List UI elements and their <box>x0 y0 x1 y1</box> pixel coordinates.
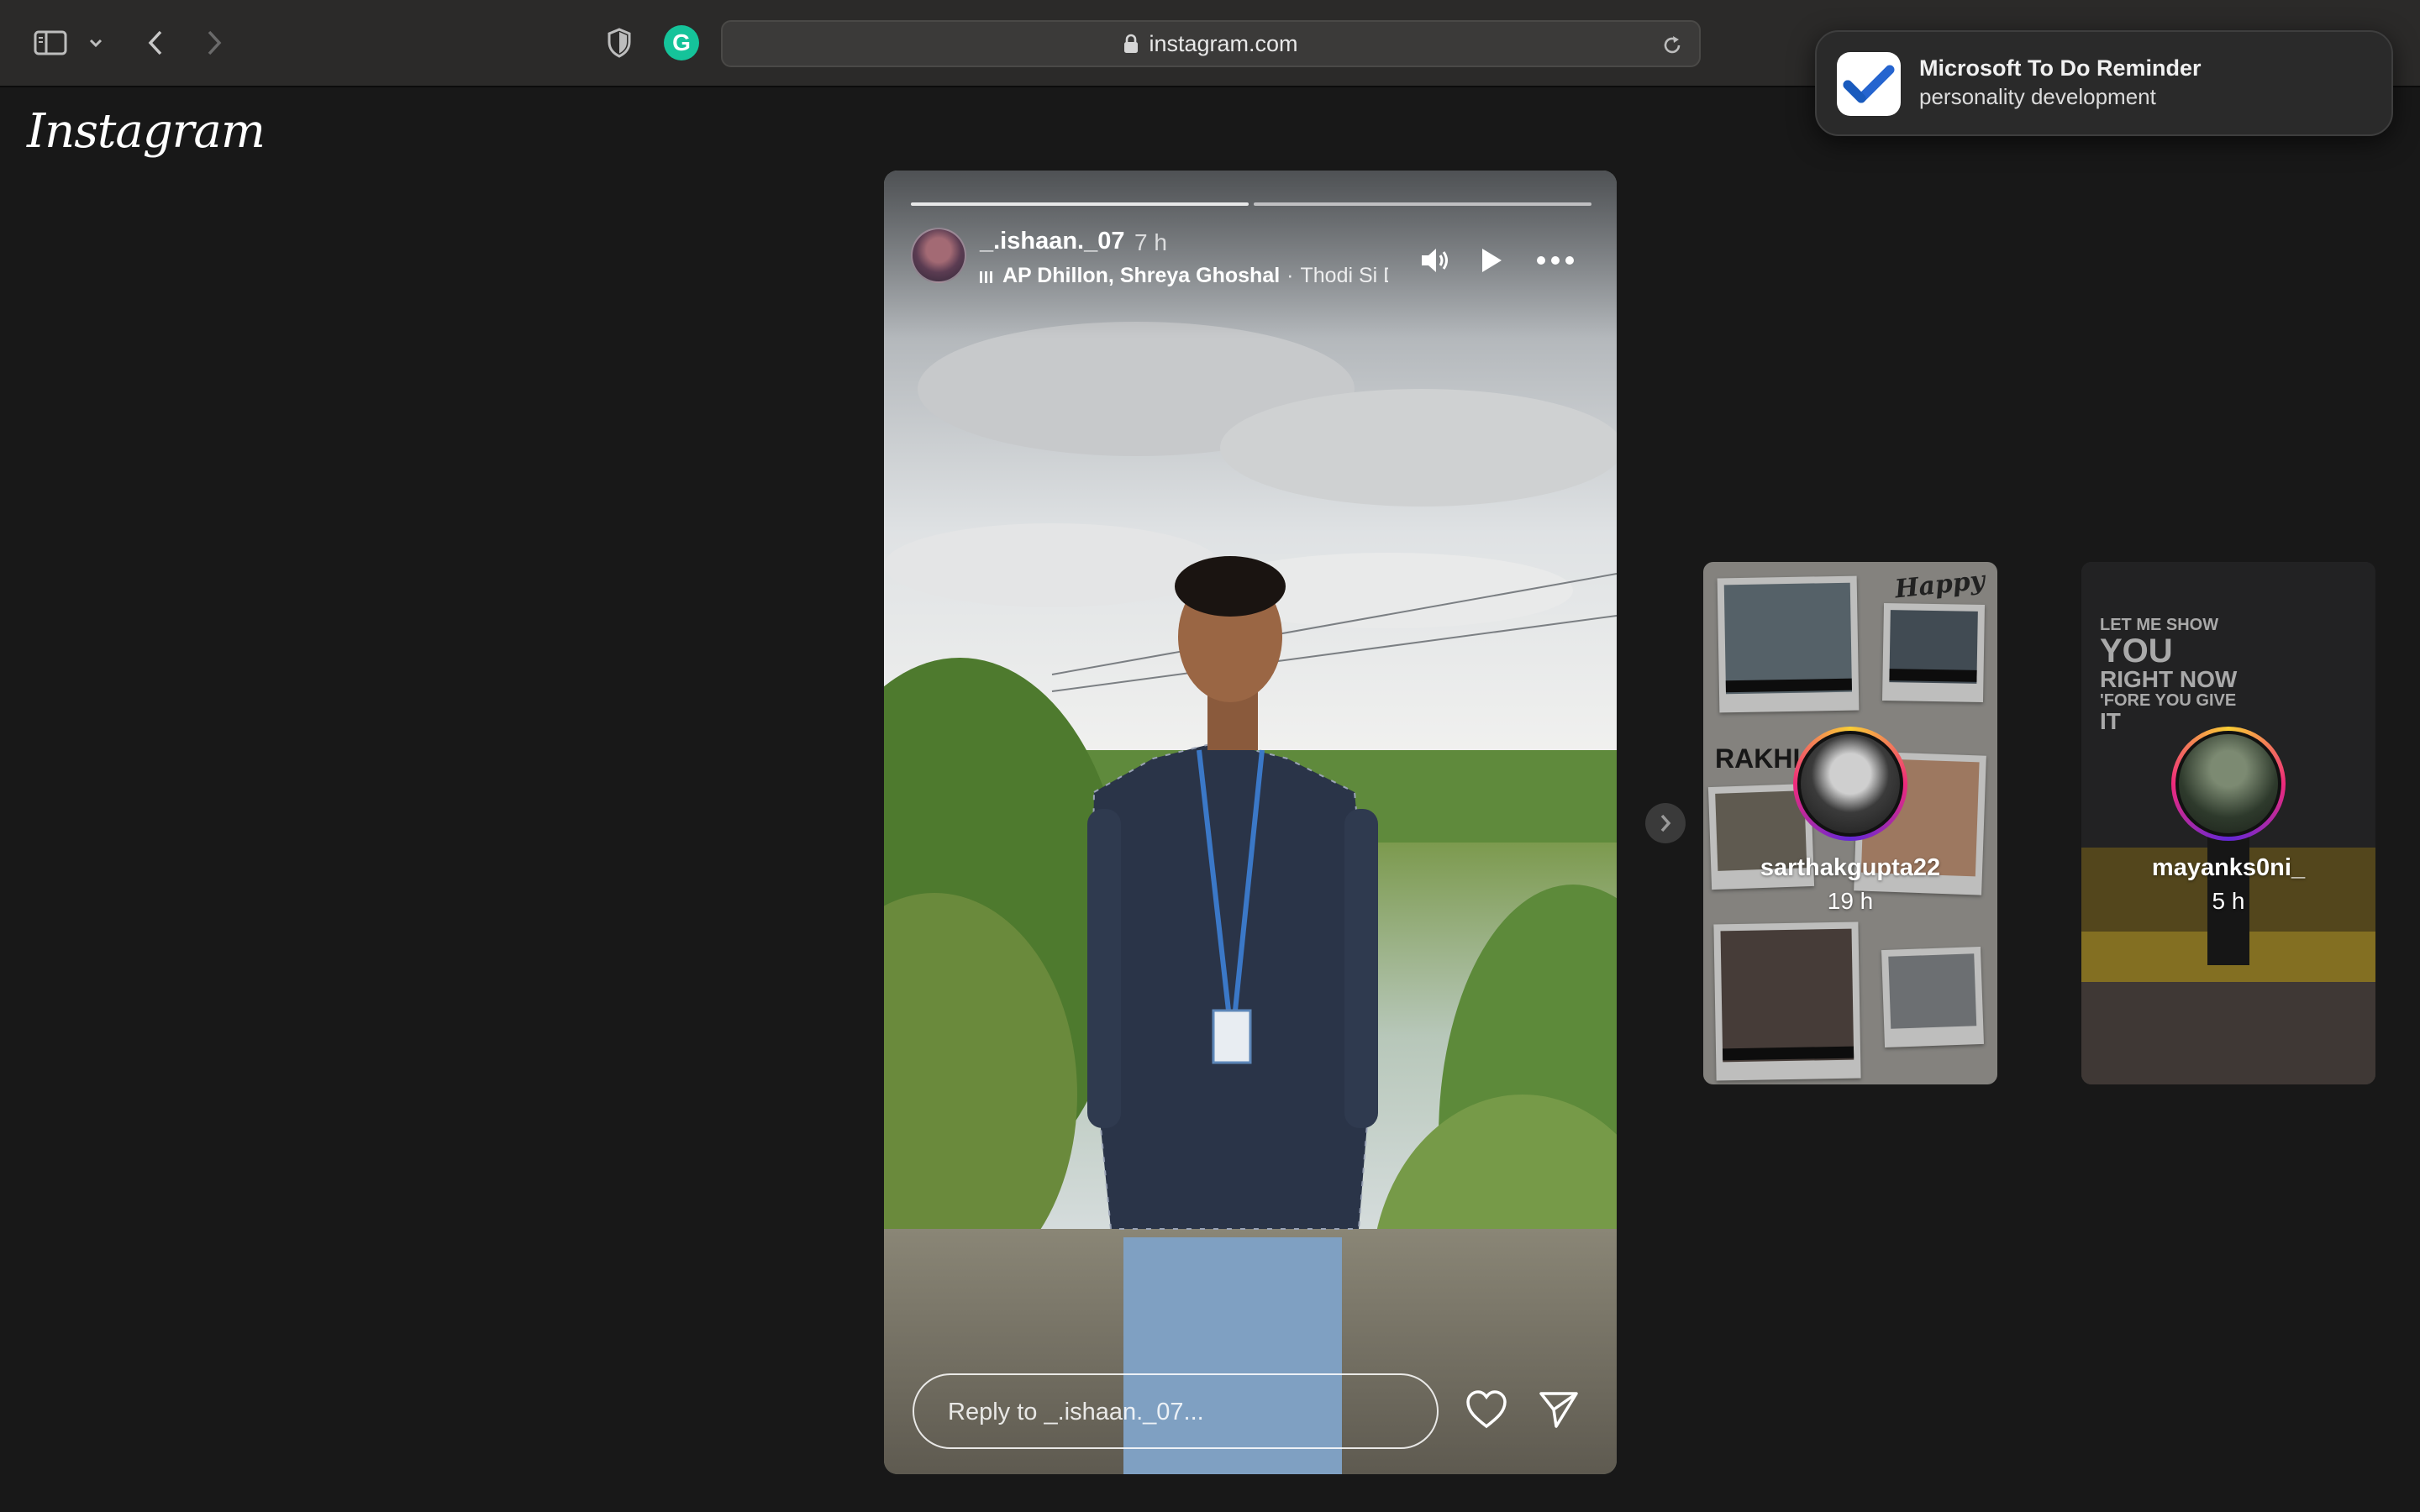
story-author-avatar[interactable] <box>911 228 966 283</box>
play-button[interactable] <box>1469 238 1514 283</box>
share-story-button[interactable] <box>1533 1383 1585 1436</box>
story-music-info[interactable]: AP Dhillon, Shreya Ghoshal · Thodi Si D <box>980 261 1388 290</box>
story-author-username[interactable]: _.ishaan._07 <box>980 228 1125 255</box>
forward-button[interactable] <box>193 18 235 67</box>
story-progress-bar-1 <box>911 202 1249 206</box>
story-preview-sarthakgupta22[interactable]: Happy RAKHI sarthakgupta22 19 h <box>1703 562 1997 1084</box>
back-button[interactable] <box>134 18 176 67</box>
chevron-right-icon <box>1660 814 1671 832</box>
preview-username: sarthakgupta22 <box>1760 854 1941 881</box>
heart-icon <box>1466 1390 1507 1429</box>
reply-input[interactable] <box>948 1394 1402 1431</box>
preview-username: mayanks0ni_ <box>2151 854 2306 881</box>
story-photo <box>884 171 1617 1474</box>
microsoft-todo-app-icon <box>1837 52 1901 116</box>
music-song-title: Thodi Si D <box>1300 263 1389 287</box>
story-preview-mayanks0ni[interactable]: LET ME SHOW YOU RIGHT NOW 'FORE YOU GIVE… <box>2081 562 2375 1084</box>
music-separator: · <box>1286 263 1294 287</box>
story-viewer[interactable]: _.ishaan._07 7 h AP Dhillon, Shreya Ghos… <box>884 171 1617 1474</box>
notification-title: Microsoft To Do Reminder <box>1919 55 2202 81</box>
sidebar-toggle-button[interactable] <box>25 18 76 67</box>
reload-icon <box>1664 36 1681 54</box>
next-story-button[interactable] <box>1645 803 1686 843</box>
preview-avatar-sarthakgupta22 <box>1793 727 1907 841</box>
sidebar-icon <box>34 30 67 55</box>
preview-avatar-mayanks0ni <box>2171 727 2286 841</box>
grammarly-letter: G <box>672 29 691 55</box>
grammarly-extension-button[interactable]: G <box>660 18 702 67</box>
send-icon <box>1539 1392 1578 1428</box>
volume-icon <box>1422 249 1448 272</box>
lock-icon <box>1124 34 1139 53</box>
todo-reminder-notification[interactable]: Microsoft To Do Reminder personality dev… <box>1815 30 2393 136</box>
url-text: instagram.com <box>1149 30 1298 56</box>
story-options-button[interactable] <box>1533 238 1578 283</box>
preview-timestamp: 19 h <box>1827 888 1874 914</box>
more-icon <box>1537 256 1574 265</box>
instagram-logo[interactable]: Instagram <box>27 104 266 159</box>
story-progress-bar-2 <box>1254 202 1591 206</box>
grammarly-icon: G <box>664 25 699 60</box>
story-timestamp: 7 h <box>1134 229 1167 255</box>
chevron-down-icon <box>89 39 103 48</box>
like-story-button[interactable] <box>1460 1383 1512 1436</box>
mute-toggle-button[interactable] <box>1413 238 1459 283</box>
music-artist: AP Dhillon, Shreya Ghoshal <box>1002 263 1281 287</box>
address-bar[interactable]: instagram.com <box>721 20 1701 67</box>
tab-groups-menu-button[interactable] <box>81 18 111 67</box>
shield-icon <box>608 28 631 58</box>
reload-button[interactable] <box>1655 29 1689 62</box>
privacy-report-button[interactable] <box>598 18 640 67</box>
reply-box[interactable] <box>913 1373 1439 1449</box>
preview-timestamp: 5 h <box>2212 888 2245 914</box>
music-bars-icon <box>980 268 992 283</box>
notification-body: personality development <box>1919 84 2156 109</box>
chevron-right-icon <box>208 30 222 55</box>
checkmark-icon <box>1843 65 1895 103</box>
play-icon <box>1482 249 1502 272</box>
chevron-left-icon <box>148 30 162 55</box>
